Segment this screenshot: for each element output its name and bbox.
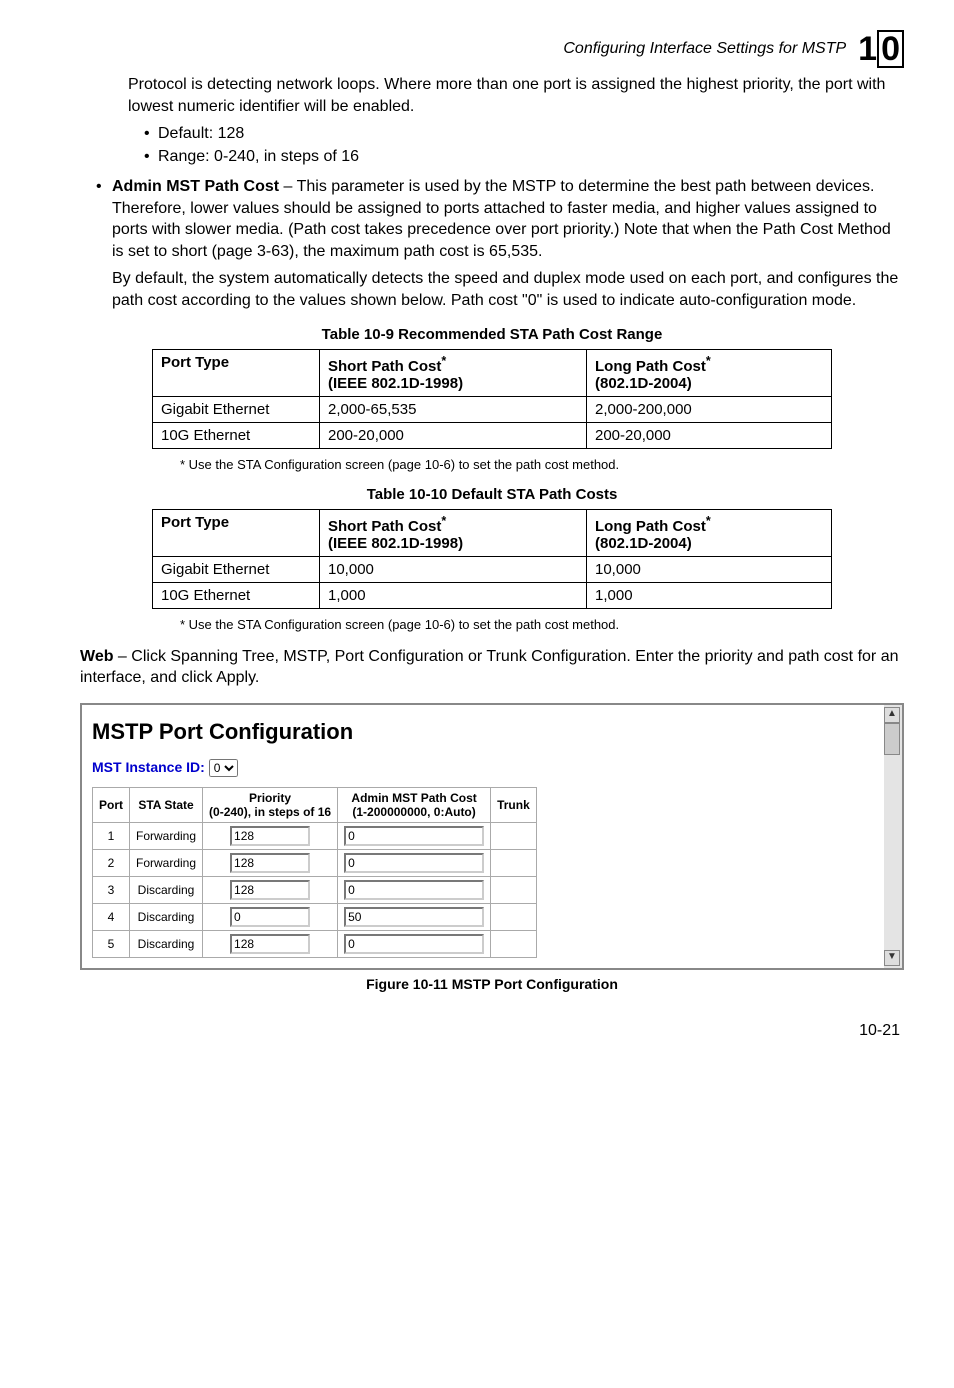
- admin-mst-label: Admin MST Path Cost: [112, 178, 279, 195]
- scroll-thumb[interactable]: [884, 723, 900, 755]
- table-recommended-range: Port Type Short Path Cost*(IEEE 802.1D-1…: [152, 349, 832, 449]
- th-trunk: Trunk: [491, 787, 537, 822]
- table-row: 4 Discarding: [93, 903, 537, 930]
- cell-state: Discarding: [130, 876, 203, 903]
- cell-state: Forwarding: [130, 849, 203, 876]
- th-long-path: Long Path Cost*(802.1D-2004): [587, 349, 832, 396]
- cell-state: Discarding: [130, 930, 203, 957]
- pathcost-input[interactable]: [344, 853, 484, 873]
- cell-trunk: [491, 876, 537, 903]
- table-row: Gigabit Ethernet 2,000-65,535 2,000-200,…: [153, 396, 832, 422]
- table-row: 3 Discarding: [93, 876, 537, 903]
- figure-caption: Figure 10-11 MSTP Port Configuration: [80, 976, 904, 992]
- table-default-costs: Port Type Short Path Cost*(IEEE 802.1D-1…: [152, 509, 832, 609]
- cell-state: Forwarding: [130, 822, 203, 849]
- cell-port: 4: [93, 903, 130, 930]
- th-long-path: Long Path Cost*(802.1D-2004): [587, 509, 832, 556]
- screenshot-title: MSTP Port Configuration: [92, 719, 876, 745]
- pathcost-input[interactable]: [344, 880, 484, 900]
- list-item: Range: 0-240, in steps of 16: [144, 146, 904, 168]
- list-item: Default: 128: [144, 123, 904, 145]
- scroll-down-icon[interactable]: ▼: [884, 950, 900, 966]
- table-row: Gigabit Ethernet 10,000 10,000: [153, 556, 832, 582]
- mstp-table: Port STA State Priority(0-240), in steps…: [92, 787, 537, 958]
- th-port-type: Port Type: [153, 509, 320, 556]
- th-short-path: Short Path Cost*(IEEE 802.1D-1998): [320, 509, 587, 556]
- chapter-number: 1: [858, 32, 877, 66]
- th-priority: Priority(0-240), in steps of 16: [203, 787, 338, 822]
- intro-paragraph: Protocol is detecting network loops. Whe…: [128, 74, 904, 117]
- section-title: Configuring Interface Settings for MSTP: [563, 40, 846, 58]
- mst-instance-select[interactable]: 0: [209, 759, 238, 777]
- priority-input[interactable]: [230, 853, 310, 873]
- cell-port: 2: [93, 849, 130, 876]
- priority-input[interactable]: [230, 907, 310, 927]
- admin-mst-item: Admin MST Path Cost – This parameter is …: [96, 176, 904, 312]
- th-port: Port: [93, 787, 130, 822]
- chapter-letter: 0: [877, 30, 904, 68]
- page-number: 10-21: [80, 1022, 904, 1040]
- screenshot-window: ▲ ▼ MSTP Port Configuration MST Instance…: [80, 703, 904, 970]
- table2-caption: Table 10-10 Default STA Path Costs: [80, 486, 904, 503]
- web-instructions: Web – Click Spanning Tree, MSTP, Port Co…: [80, 646, 904, 689]
- th-state: STA State: [130, 787, 203, 822]
- mst-instance-label: MST Instance ID:: [92, 759, 209, 775]
- priority-input[interactable]: [230, 880, 310, 900]
- cell-state: Discarding: [130, 903, 203, 930]
- table2-footnote: * Use the STA Configuration screen (page…: [180, 617, 904, 632]
- table-row: 5 Discarding: [93, 930, 537, 957]
- priority-input[interactable]: [230, 934, 310, 954]
- pathcost-input[interactable]: [344, 907, 484, 927]
- cell-port: 3: [93, 876, 130, 903]
- pathcost-input[interactable]: [344, 934, 484, 954]
- scroll-up-icon[interactable]: ▲: [884, 707, 900, 723]
- table-row: 2 Forwarding: [93, 849, 537, 876]
- chapter-icon: 10: [858, 30, 904, 68]
- admin-mst-para2: By default, the system automatically det…: [112, 268, 904, 311]
- table-row: 10G Ethernet 200-20,000 200-20,000: [153, 422, 832, 448]
- table1-caption: Table 10-9 Recommended STA Path Cost Ran…: [80, 326, 904, 343]
- cell-port: 5: [93, 930, 130, 957]
- th-port-type: Port Type: [153, 349, 320, 396]
- table-row: 1 Forwarding: [93, 822, 537, 849]
- th-path-cost: Admin MST Path Cost(1-200000000, 0:Auto): [338, 787, 491, 822]
- table-row: 10G Ethernet 1,000 1,000: [153, 582, 832, 608]
- cell-port: 1: [93, 822, 130, 849]
- cell-trunk: [491, 849, 537, 876]
- table1-footnote: * Use the STA Configuration screen (page…: [180, 457, 904, 472]
- priority-input[interactable]: [230, 826, 310, 846]
- pathcost-input[interactable]: [344, 826, 484, 846]
- cell-trunk: [491, 903, 537, 930]
- intro-bullet-list: Default: 128 Range: 0-240, in steps of 1…: [80, 123, 904, 168]
- cell-trunk: [491, 822, 537, 849]
- cell-trunk: [491, 930, 537, 957]
- th-short-path: Short Path Cost*(IEEE 802.1D-1998): [320, 349, 587, 396]
